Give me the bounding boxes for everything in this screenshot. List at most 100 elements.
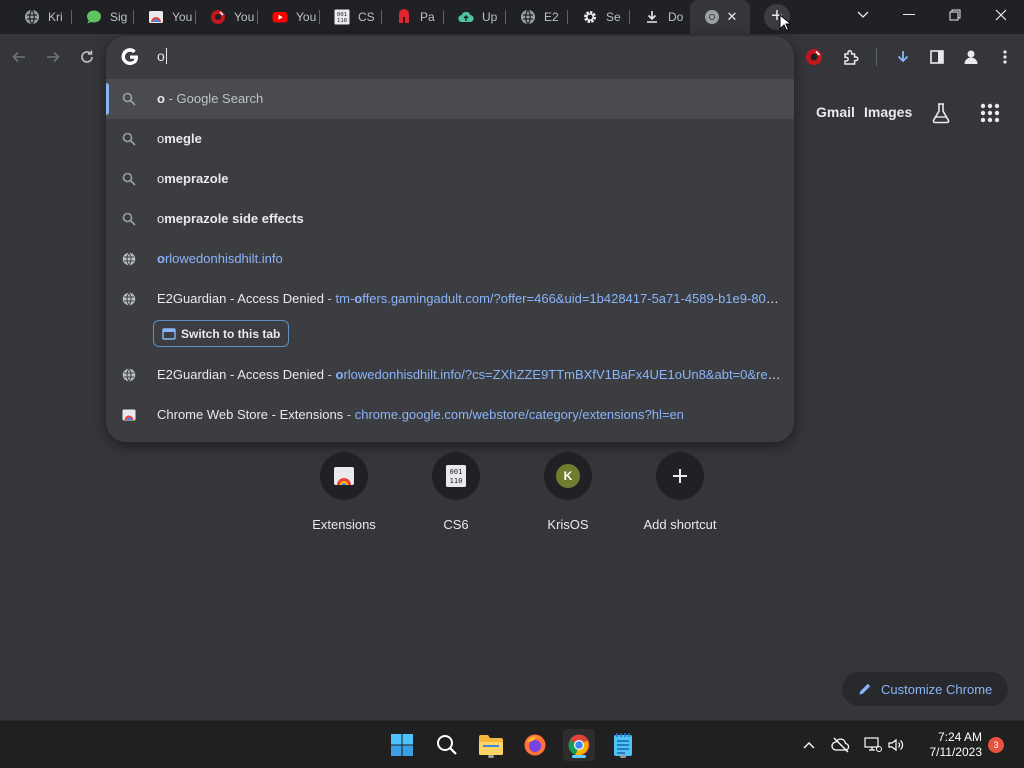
side-panel-icon xyxy=(930,50,944,64)
tab-3[interactable]: You xyxy=(134,0,196,34)
suggestion-omeprazole-side-effects[interactable]: omeprazole side effects xyxy=(106,199,794,239)
images-link[interactable]: Images xyxy=(864,104,912,120)
clock-date: 7/11/2023 xyxy=(929,745,983,759)
volume-button[interactable] xyxy=(882,729,910,761)
suggestion-open-tab-e2guardian-1[interactable]: E2Guardian - Access Denied - tm-offers.g… xyxy=(106,279,794,319)
tab-10[interactable]: Se xyxy=(568,0,630,34)
customize-chrome-label: Customize Chrome xyxy=(881,681,993,697)
tab-active-new-tab[interactable]: ✕ xyxy=(690,0,750,34)
extension-red-button[interactable] xyxy=(800,43,828,71)
suggestion-chrome-web-store[interactable]: Chrome Web Store - Extensions - chrome.g… xyxy=(106,395,794,435)
selection-indicator xyxy=(106,83,109,115)
side-panel-button[interactable] xyxy=(923,43,951,71)
tab-9[interactable]: E2 xyxy=(506,0,568,34)
close-tab-icon[interactable]: ✕ xyxy=(724,9,740,25)
letter-avatar-icon: K xyxy=(556,464,580,488)
apps-grid-icon[interactable] xyxy=(980,103,1000,123)
file-explorer-button[interactable] xyxy=(475,729,507,761)
suggestion-url: tm-offers.gamingadult.com/?offer=466&uid… xyxy=(336,291,786,306)
suggestion-text: megle xyxy=(164,131,202,146)
shortcut-label: KrisOS xyxy=(547,517,589,532)
shortcut-cs6[interactable]: 001 110 CS6 xyxy=(400,452,512,542)
shortcut-icon-circle xyxy=(320,452,368,500)
tab-label: You xyxy=(296,10,317,24)
tab-search-button[interactable] xyxy=(840,0,886,30)
system-clock[interactable]: 7:24 AM 7/11/2023 xyxy=(912,730,983,760)
reload-button[interactable] xyxy=(73,43,101,71)
speaker-icon xyxy=(888,738,904,752)
back-button[interactable] xyxy=(5,43,33,71)
tab-2[interactable]: Sig xyxy=(72,0,134,34)
chrome-icon xyxy=(568,734,590,756)
start-button[interactable] xyxy=(386,729,418,761)
url-part: tm- xyxy=(335,291,355,306)
kebab-menu-icon xyxy=(1003,50,1007,64)
mouse-cursor-icon xyxy=(779,14,791,32)
omnibox-input[interactable]: o xyxy=(157,48,167,64)
shortcut-add[interactable]: Add shortcut xyxy=(624,452,736,542)
suggestion-e2guardian-2[interactable]: E2Guardian - Access Denied - orlowedonhi… xyxy=(106,355,794,395)
tab-strip: Kri Sig You You You 001 110 CS Pa Up E2 S… xyxy=(0,0,1024,34)
suggestion-url-orlowedonhisdhilt[interactable]: orlowedonhisdhilt.info xyxy=(106,239,794,279)
restore-button[interactable] xyxy=(932,0,978,30)
suggestion-google-search[interactable]: o - Google Search xyxy=(106,79,794,119)
tab-7[interactable]: Pa xyxy=(382,0,444,34)
url-part: ffers.gamingadult.com/?offer=466&uid=1b4… xyxy=(362,291,785,306)
suggestion-omegle[interactable]: omegle xyxy=(106,119,794,159)
taskbar-search-button[interactable] xyxy=(431,729,463,761)
tab-6[interactable]: 001 110 CS xyxy=(320,0,382,34)
tab-switch-icon xyxy=(162,327,176,340)
shortcut-extensions[interactable]: Extensions xyxy=(288,452,400,542)
svg-text:110: 110 xyxy=(337,18,347,24)
onedrive-button[interactable] xyxy=(827,729,855,761)
notification-badge[interactable]: 3 xyxy=(988,737,1004,753)
close-window-button[interactable] xyxy=(978,0,1024,30)
cloud-offline-icon xyxy=(831,737,850,753)
globe-icon xyxy=(121,251,137,267)
omnibox-input-row[interactable]: o xyxy=(106,36,794,78)
suggestion-separator: - xyxy=(343,407,355,422)
tab-label: Kri xyxy=(48,10,63,24)
forward-button[interactable] xyxy=(39,43,67,71)
suggestion-separator: - xyxy=(323,367,336,382)
running-indicator xyxy=(620,755,626,758)
shortcut-krisos[interactable]: K KrisOS xyxy=(512,452,624,542)
downloads-button[interactable] xyxy=(889,43,917,71)
tab-1[interactable]: Kri xyxy=(10,0,72,34)
switch-to-tab-label: Switch to this tab xyxy=(181,326,281,341)
close-icon xyxy=(995,9,1007,21)
switch-to-tab-button[interactable]: Switch to this tab xyxy=(153,320,290,347)
notepad-button[interactable] xyxy=(607,729,639,761)
show-hidden-icons-button[interactable] xyxy=(795,729,823,761)
person-icon xyxy=(964,50,978,64)
search-icon xyxy=(437,735,457,755)
puzzle-icon xyxy=(844,49,859,65)
customize-chrome-button[interactable]: Customize Chrome xyxy=(842,672,1008,706)
suggestion-text: meprazole xyxy=(164,171,229,186)
suggestion-text: meprazole side effects xyxy=(164,211,304,226)
chrome-taskbar-button[interactable] xyxy=(563,729,595,761)
chat-bubble-icon xyxy=(86,9,102,25)
restore-icon xyxy=(949,9,961,21)
suggestion-omeprazole[interactable]: omeprazole xyxy=(106,159,794,199)
omnibox-input-value: o xyxy=(157,48,165,64)
pencil-icon xyxy=(859,683,871,695)
tab-4[interactable]: You xyxy=(196,0,258,34)
labs-flask-icon[interactable] xyxy=(930,102,952,124)
globe-icon xyxy=(121,367,137,383)
suggestion-text: rlowedonhisdhilt.info xyxy=(164,251,283,266)
firefox-button[interactable] xyxy=(519,729,551,761)
tab-label: Sig xyxy=(110,10,128,24)
tab-11[interactable]: Do xyxy=(630,0,692,34)
tab-5[interactable]: You xyxy=(258,0,320,34)
arrow-right-icon xyxy=(47,51,60,63)
tab-8[interactable]: Up xyxy=(444,0,506,34)
minimize-button[interactable] xyxy=(886,0,932,30)
menu-button[interactable] xyxy=(991,43,1019,71)
active-indicator xyxy=(572,755,586,758)
shortcut-icon-circle: K xyxy=(544,452,592,500)
gmail-link[interactable]: Gmail xyxy=(816,104,855,120)
windows-logo-icon xyxy=(391,734,413,756)
profile-button[interactable] xyxy=(957,43,985,71)
extensions-button[interactable] xyxy=(837,43,865,71)
